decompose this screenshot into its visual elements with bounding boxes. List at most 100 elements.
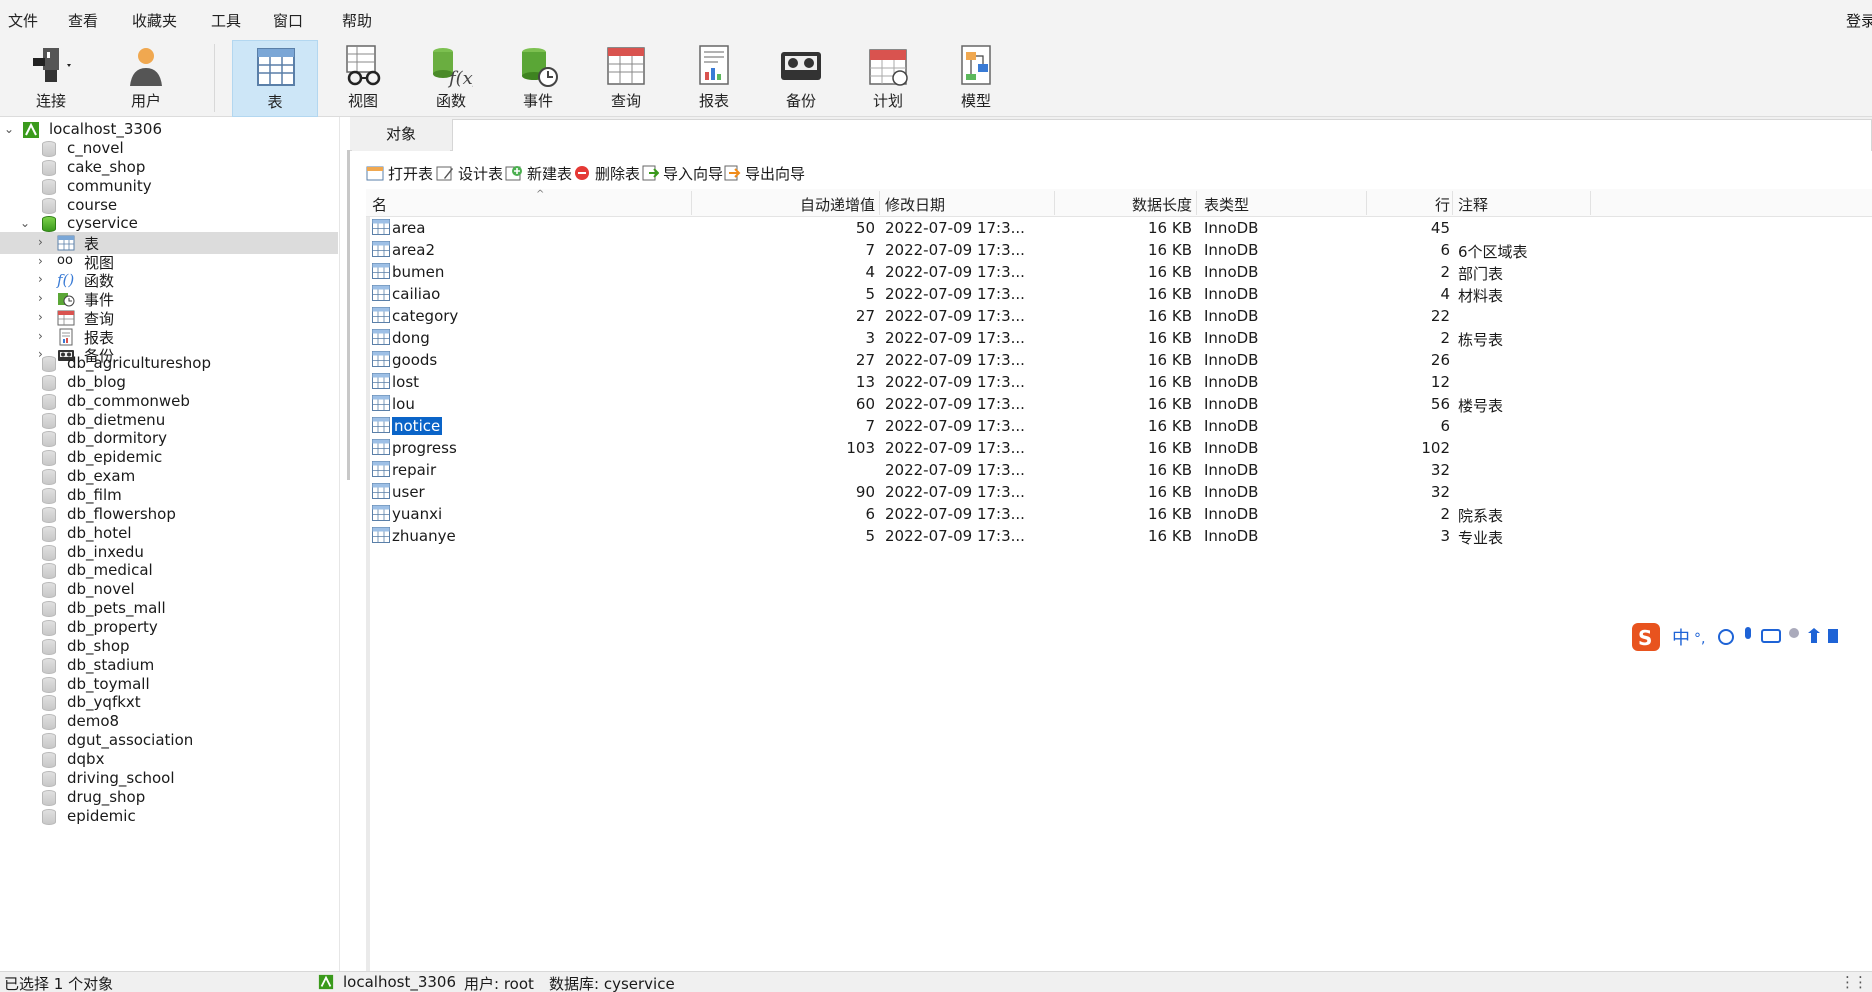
chevron-right-icon[interactable]: › bbox=[38, 235, 50, 249]
chevron-right-icon[interactable]: › bbox=[38, 329, 50, 343]
col-header-rows[interactable]: 行 bbox=[1386, 194, 1450, 215]
cell-name[interactable]: bumen bbox=[392, 263, 444, 281]
delete-table-icon bbox=[575, 166, 589, 180]
cell-datalength: 16 KB bbox=[1148, 285, 1192, 303]
table-row[interactable]: dong 3 2022-07-09 17:3... 16 KB InnoDB 2 栋号表 bbox=[366, 327, 1872, 349]
cell-name[interactable]: notice bbox=[392, 417, 443, 435]
cell-engine: InnoDB bbox=[1204, 527, 1259, 545]
cell-name[interactable]: goods bbox=[392, 351, 437, 369]
design-table-button[interactable]: 设计表 bbox=[436, 161, 503, 187]
open-table-button[interactable]: 打开表 bbox=[366, 161, 433, 187]
table-row[interactable]: area2 7 2022-07-09 17:3... 16 KB InnoDB 6 6个区域… bbox=[366, 239, 1872, 261]
database-icon bbox=[42, 394, 56, 410]
cell-name[interactable]: zhuanye bbox=[392, 527, 456, 545]
function-icon: f(x) bbox=[433, 48, 473, 88]
table-row[interactable]: cailiao 5 2022-07-09 17:3... 16 KB InnoDB 4 材料… bbox=[366, 283, 1872, 305]
cell-name[interactable]: lost bbox=[392, 373, 419, 391]
user-button[interactable]: 用户 bbox=[103, 40, 189, 117]
event-tool-button[interactable]: 事件 bbox=[495, 40, 581, 117]
chevron-right-icon[interactable]: › bbox=[38, 254, 50, 268]
export-wizard-button[interactable]: 导出向导 bbox=[723, 161, 805, 187]
column-divider[interactable] bbox=[691, 191, 692, 215]
tab-objects[interactable]: 对象 bbox=[352, 119, 450, 151]
menu-favorites[interactable]: 收藏夹 bbox=[132, 10, 177, 31]
table-row[interactable]: lou 60 2022-07-09 17:3... 16 KB InnoDB 56 楼号表 bbox=[366, 393, 1872, 415]
table-row[interactable]: goods 27 2022-07-09 17:3... 16 KB InnoDB 26 bbox=[366, 349, 1872, 371]
table-row[interactable]: lost 13 2022-07-09 17:3... 16 KB InnoDB 12 bbox=[366, 371, 1872, 393]
table-name-text: cailiao bbox=[392, 285, 441, 303]
ime-mode-label[interactable]: 中 bbox=[1672, 628, 1690, 649]
table-tool-button[interactable]: 表 bbox=[232, 40, 318, 117]
emoji-icon[interactable] bbox=[1718, 629, 1734, 645]
view-tool-button[interactable]: 视图 bbox=[320, 40, 406, 117]
table-row[interactable]: yuanxi 6 2022-07-09 17:3... 16 KB InnoDB 2 院系表 bbox=[366, 503, 1872, 525]
function-tool-button[interactable]: f(x) 函数 bbox=[408, 40, 494, 117]
table-row[interactable]: category 27 2022-07-09 17:3... 16 KB InnoDB 2… bbox=[366, 305, 1872, 327]
table-name-text: area2 bbox=[392, 241, 435, 259]
cell-name[interactable]: user bbox=[392, 483, 425, 501]
col-header-comment[interactable]: 注释 bbox=[1458, 194, 1488, 215]
col-header-autoinc[interactable]: 自动递增值 bbox=[771, 194, 875, 215]
ime-punct-label[interactable]: °, bbox=[1694, 631, 1705, 647]
table-row[interactable]: notice 7 2022-07-09 17:3... 16 KB InnoDB 6 bbox=[366, 415, 1872, 437]
column-divider[interactable] bbox=[1452, 191, 1453, 215]
login-link[interactable]: 登录 bbox=[1846, 10, 1872, 31]
table-row[interactable]: bumen 4 2022-07-09 17:3... 16 KB InnoDB 2 部门表 bbox=[366, 261, 1872, 283]
backup-tool-button[interactable]: 备份 bbox=[758, 40, 844, 117]
cell-name[interactable]: cailiao bbox=[392, 285, 440, 303]
new-table-button[interactable]: 新建表 bbox=[505, 161, 572, 187]
grid-view-icon[interactable]: ⋮⋮⋮ bbox=[1840, 973, 1872, 991]
cell-name[interactable]: progress bbox=[392, 439, 457, 457]
cell-name[interactable]: repair bbox=[392, 461, 436, 479]
chevron-right-icon[interactable]: › bbox=[38, 291, 50, 305]
toolbox-icon[interactable] bbox=[1828, 629, 1838, 643]
connection-button[interactable]: 连接 bbox=[8, 40, 94, 117]
menu-window[interactable]: 窗口 bbox=[273, 10, 303, 31]
schedule-tool-button[interactable]: 计划 bbox=[845, 40, 931, 117]
column-divider[interactable] bbox=[1196, 191, 1197, 215]
model-tool-button[interactable]: 模型 bbox=[933, 40, 1019, 117]
chevron-right-icon[interactable]: › bbox=[38, 310, 50, 324]
microphone-icon[interactable] bbox=[1745, 627, 1751, 639]
col-header-name[interactable]: 名 bbox=[372, 194, 387, 215]
cell-name[interactable]: category bbox=[392, 307, 458, 325]
col-header-engine[interactable]: 表类型 bbox=[1204, 194, 1249, 215]
cell-name[interactable]: area bbox=[392, 219, 425, 237]
col-header-datalength[interactable]: 数据长度 bbox=[1106, 194, 1192, 215]
keyboard-icon[interactable] bbox=[1761, 629, 1781, 643]
report-tool-button[interactable]: 报表 bbox=[671, 40, 757, 117]
col-header-modified[interactable]: 修改日期 bbox=[885, 194, 945, 215]
column-divider[interactable] bbox=[879, 191, 880, 215]
column-divider[interactable] bbox=[1366, 191, 1367, 215]
cell-engine: InnoDB bbox=[1204, 395, 1259, 413]
database-icon bbox=[42, 179, 56, 195]
import-wizard-button[interactable]: 导入向导 bbox=[641, 161, 723, 187]
table-row[interactable]: zhuanye 5 2022-07-09 17:3... 16 KB InnoDB 3 专业… bbox=[366, 525, 1872, 547]
tree-db-item[interactable]: epidemic bbox=[0, 806, 338, 828]
column-divider[interactable] bbox=[1054, 191, 1055, 215]
chevron-down-icon[interactable]: ⌄ bbox=[20, 216, 32, 230]
cell-rows: 102 bbox=[1421, 439, 1450, 457]
query-tool-button[interactable]: 查询 bbox=[583, 40, 669, 117]
cell-name[interactable]: dong bbox=[392, 329, 430, 347]
menu-help[interactable]: 帮助 bbox=[342, 10, 372, 31]
menu-tools[interactable]: 工具 bbox=[211, 10, 241, 31]
table-row[interactable]: area 50 2022-07-09 17:3... 16 KB InnoDB 45 bbox=[366, 217, 1872, 239]
delete-table-button[interactable]: 删除表 bbox=[573, 161, 640, 187]
database-icon bbox=[42, 413, 56, 429]
table-row[interactable]: user 90 2022-07-09 17:3... 16 KB InnoDB 32 bbox=[366, 481, 1872, 503]
column-divider[interactable] bbox=[1590, 191, 1591, 215]
database-icon bbox=[42, 714, 56, 730]
table-row[interactable]: progress 103 2022-07-09 17:3... 16 KB InnoDB… bbox=[366, 437, 1872, 459]
table-row[interactable]: repair 2022-07-09 17:3... 16 KB InnoDB 32 bbox=[366, 459, 1872, 481]
chevron-right-icon[interactable]: › bbox=[38, 272, 50, 286]
user-avatar-icon[interactable] bbox=[1789, 628, 1799, 638]
menu-view[interactable]: 查看 bbox=[68, 10, 98, 31]
cell-name[interactable]: lou bbox=[392, 395, 415, 413]
cell-name[interactable]: yuanxi bbox=[392, 505, 442, 523]
menu-file[interactable]: 文件 bbox=[8, 10, 38, 31]
ime-toolbar[interactable]: S 中 °, bbox=[1628, 621, 1872, 653]
cell-name[interactable]: area2 bbox=[392, 241, 435, 259]
skin-shirt-icon[interactable] bbox=[1808, 628, 1820, 643]
chevron-down-icon[interactable]: ⌄ bbox=[4, 122, 16, 136]
